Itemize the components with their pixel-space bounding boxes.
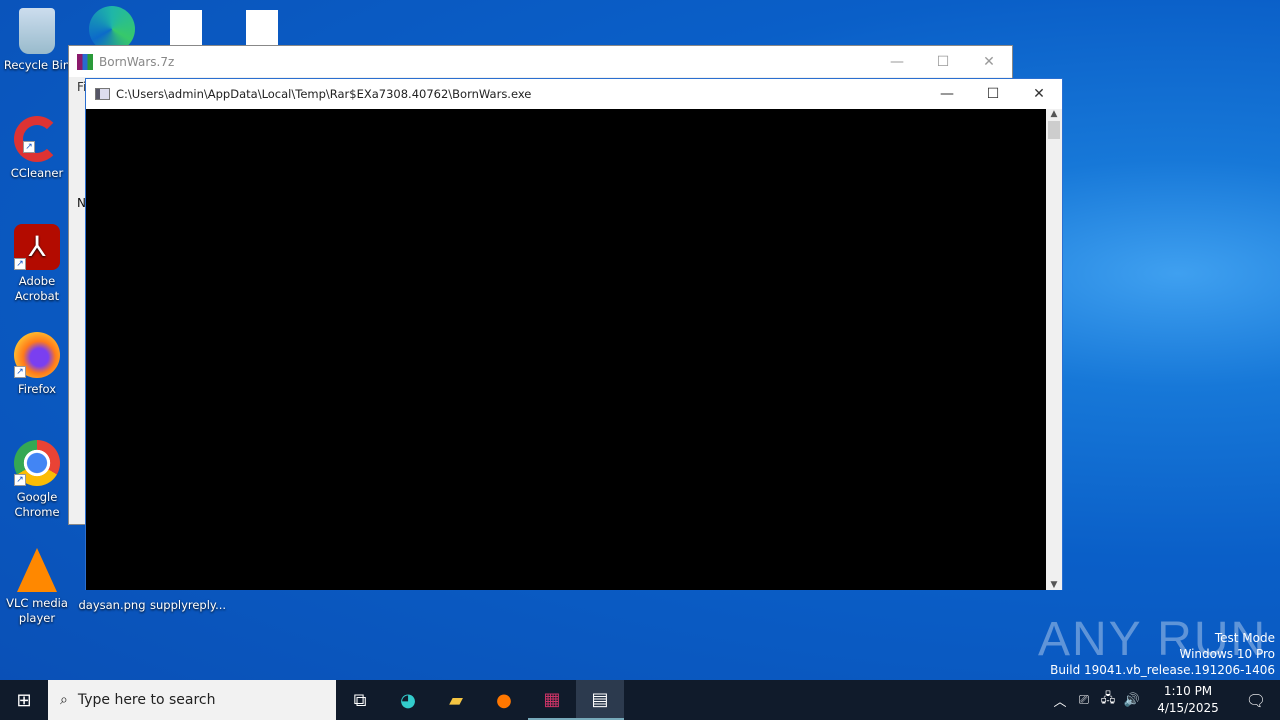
image-file-icon [170,10,202,46]
chrome-icon: ↗ [14,440,60,486]
desktop-icon-acrobat[interactable]: ⅄ ↗ Adobe Acrobat [1,224,73,304]
taskbar-firefox-icon[interactable]: ● [480,680,528,720]
maximize-button[interactable]: ☐ [970,79,1016,109]
clock[interactable]: 1:10 PM 4/15/2025 [1144,683,1232,717]
show-hidden-icons-button[interactable]: ︿ [1048,680,1072,720]
image-file-icon [246,10,278,46]
maximize-button[interactable]: ☐ [920,47,966,77]
desktop-icon-daysan[interactable]: daysan.png [76,598,148,613]
firefox-icon: ↗ [14,332,60,378]
console-output[interactable] [86,109,1047,590]
ccleaner-icon: ↗ [14,116,60,162]
console-window[interactable]: C:\Users\admin\AppData\Local\Temp\Rar$EX… [85,78,1063,590]
desktop-icon-firefox[interactable]: ↗ Firefox [1,332,73,397]
vertical-scrollbar[interactable]: ▲ ▼ [1046,109,1062,590]
taskbar-console-icon[interactable]: ▤ [576,680,624,720]
winrar-titlebar[interactable]: BornWars.7z — ☐ ✕ [69,46,1012,77]
network-icon[interactable]: 🖧 [1096,680,1120,720]
taskbar-edge-icon[interactable]: ◕ [384,680,432,720]
desktop-icon-recycle-bin[interactable]: Recycle Bin [1,8,73,73]
search-box[interactable]: ⌕ Type here to search [48,680,336,720]
close-button[interactable]: ✕ [1016,79,1062,109]
console-icon [95,88,110,100]
console-titlebar[interactable]: C:\Users\admin\AppData\Local\Temp\Rar$EX… [86,79,1062,109]
vlc-icon [17,548,57,592]
scroll-up-icon[interactable]: ▲ [1046,109,1062,119]
desktop-icon-ccleaner[interactable]: ↗ CCleaner [1,116,73,181]
recycle-bin-icon [19,8,55,54]
winrar-icon [77,53,93,70]
scroll-thumb[interactable] [1048,121,1060,139]
taskbar-winrar-icon[interactable]: ▦ [528,680,576,720]
desktop-icon-chrome[interactable]: ↗ Google Chrome [1,440,73,520]
desktop-icon-file1[interactable] [150,10,222,50]
desktop-icon-supplyreply[interactable]: supplyreply... [150,598,226,613]
desktop-icon-file2[interactable] [226,10,298,50]
minimize-button[interactable]: — [924,79,970,109]
taskbar: ⊞ ⌕ Type here to search ⧉ ◕ ▰ ● ▦ ▤ ︿ ⎚ … [0,680,1280,720]
start-button[interactable]: ⊞ [0,680,48,720]
scroll-down-icon[interactable]: ▼ [1046,580,1062,590]
acrobat-icon: ⅄ ↗ [14,224,60,270]
volume-icon[interactable]: 🔊 [1120,680,1144,720]
meet-now-icon[interactable]: ⎚ [1072,680,1096,720]
minimize-button[interactable]: — [874,47,920,77]
desktop-icon-vlc[interactable]: VLC media player [1,548,73,626]
search-icon: ⌕ [60,692,68,708]
close-button[interactable]: ✕ [966,47,1012,77]
notification-icon[interactable]: 🗨 [1232,680,1280,720]
windows-watermark: Test Mode Windows 10 Pro Build 19041.vb_… [1050,631,1275,677]
task-view-button[interactable]: ⧉ [336,680,384,720]
taskbar-file-explorer-icon[interactable]: ▰ [432,680,480,720]
